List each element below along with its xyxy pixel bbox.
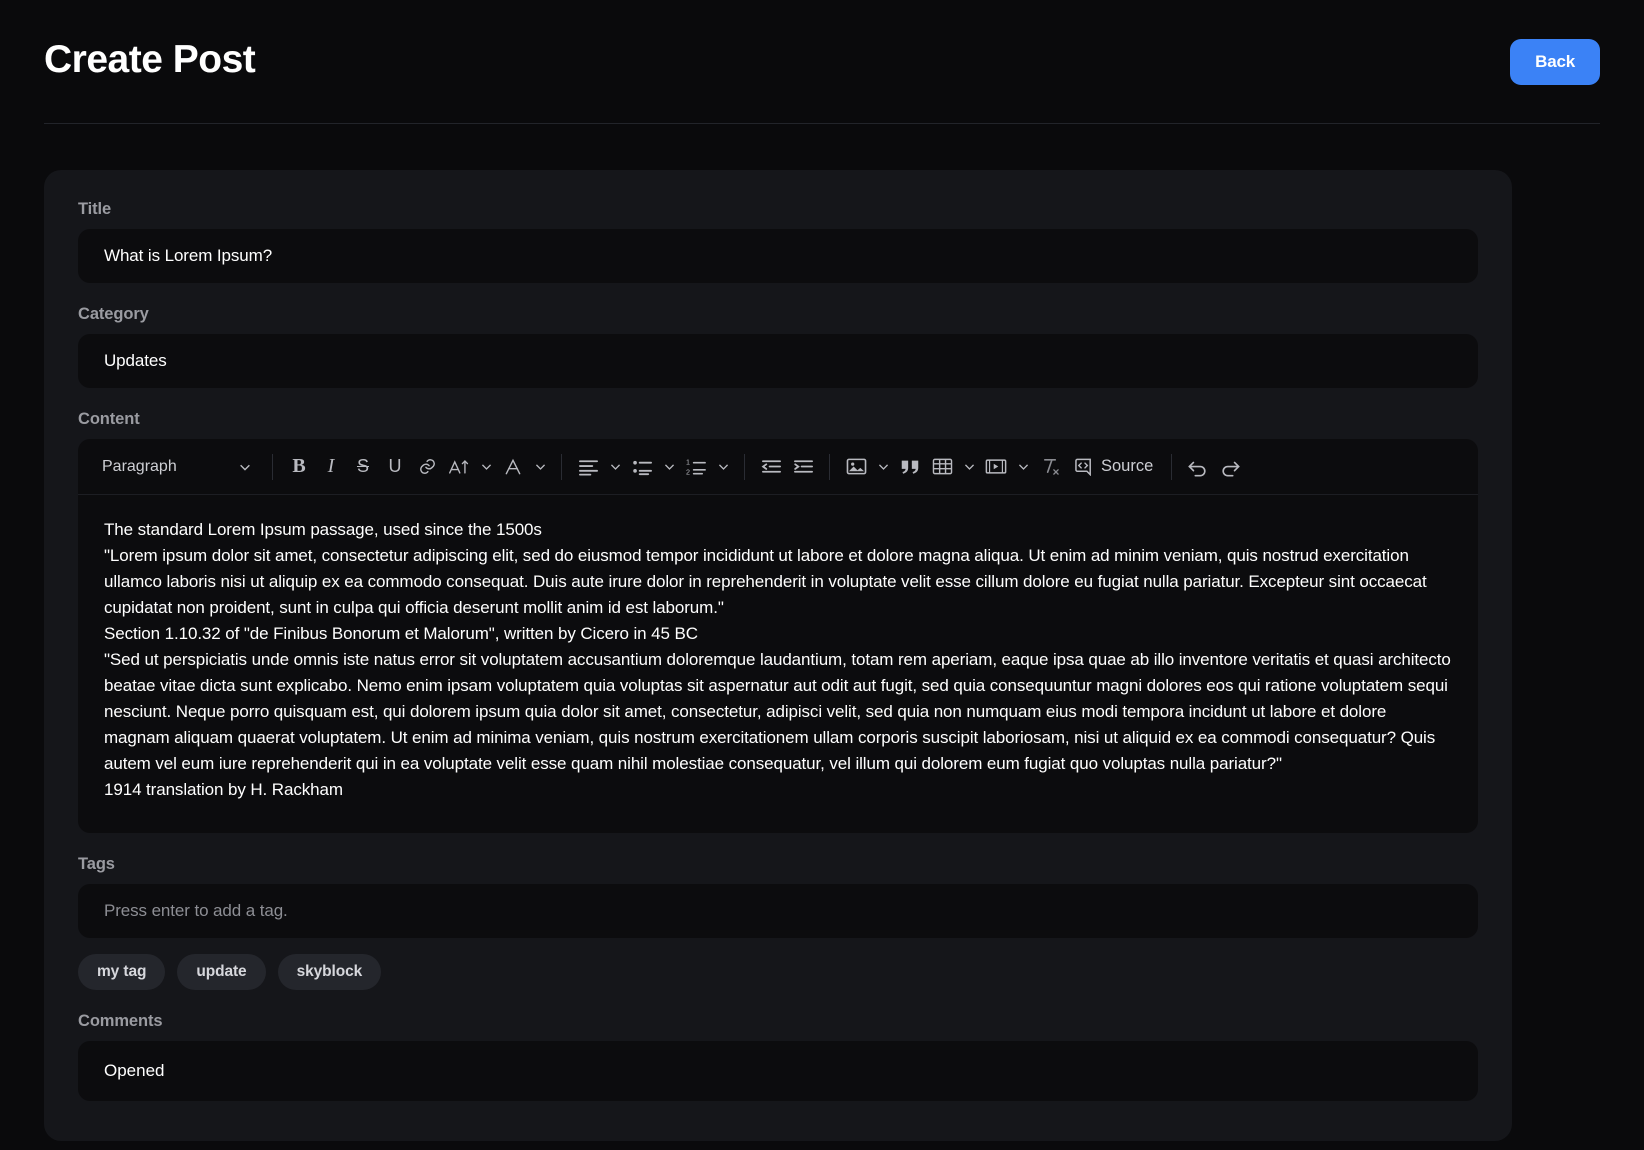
strikethrough-icon[interactable]: S <box>347 451 379 483</box>
svg-text:1: 1 <box>686 458 690 466</box>
page-header: Create Post Back <box>44 0 1600 124</box>
toolbar-divider-3 <box>744 453 745 480</box>
align-chevron-down-icon[interactable] <box>604 451 626 483</box>
page-title: Create Post <box>44 38 256 81</box>
font-color-chevron-down-icon[interactable] <box>529 451 551 483</box>
numbered-list-chevron-down-icon[interactable] <box>712 451 734 483</box>
undo-icon[interactable] <box>1182 451 1214 483</box>
font-size-icon[interactable] <box>443 451 475 483</box>
comments-label: Comments <box>78 1012 163 1030</box>
create-post-page: Create Post Back Title What is Lorem Ips… <box>0 0 1644 1150</box>
underline-icon[interactable]: U <box>379 451 411 483</box>
content-paragraph: Section 1.10.32 of "de Finibus Bonorum e… <box>104 624 698 643</box>
category-input[interactable]: Updates <box>78 334 1478 388</box>
tags-input[interactable]: Press enter to add a tag. <box>78 884 1478 938</box>
content-paragraph: "Lorem ipsum dolor sit amet, consectetur… <box>104 546 1427 617</box>
toolbar-divider <box>272 453 273 480</box>
chevron-down-icon <box>238 460 252 474</box>
table-icon[interactable] <box>926 451 958 483</box>
toolbar-divider-4 <box>829 453 830 480</box>
content-paragraph: 1914 translation by H. Rackham <box>104 780 343 799</box>
bulleted-list-icon[interactable] <box>626 451 658 483</box>
image-chevron-down-icon[interactable] <box>872 451 894 483</box>
source-button[interactable]: Source <box>1066 451 1161 483</box>
image-icon[interactable] <box>840 451 872 483</box>
align-icon[interactable] <box>572 451 604 483</box>
source-icon <box>1074 457 1095 476</box>
media-chevron-down-icon[interactable] <box>1012 451 1034 483</box>
indent-icon[interactable] <box>787 451 819 483</box>
tag-list: my tag update skyblock <box>78 954 1478 990</box>
editor-content[interactable]: The standard Lorem Ipsum passage, used s… <box>78 495 1478 833</box>
content-label: Content <box>78 410 140 428</box>
comments-input[interactable]: Opened <box>78 1041 1478 1101</box>
paragraph-style-label: Paragraph <box>102 457 177 475</box>
font-color-icon[interactable] <box>497 451 529 483</box>
italic-icon[interactable]: I <box>315 451 347 483</box>
tag-chip[interactable]: my tag <box>78 954 166 990</box>
rich-text-editor: Paragraph B I S U 1 2 Source The standar… <box>78 439 1478 833</box>
bold-icon[interactable]: B <box>283 451 315 483</box>
redo-icon[interactable] <box>1214 451 1246 483</box>
numbered-list-icon[interactable]: 12 <box>680 451 712 483</box>
toolbar-divider-5 <box>1171 453 1173 480</box>
tags-label: Tags <box>78 855 115 873</box>
blockquote-icon[interactable] <box>894 451 926 483</box>
remove-format-icon[interactable] <box>1034 451 1066 483</box>
tag-chip[interactable]: skyblock <box>277 954 382 990</box>
media-icon[interactable] <box>980 451 1012 483</box>
title-label: Title <box>78 200 112 218</box>
outdent-icon[interactable] <box>755 451 787 483</box>
source-label: Source <box>1101 457 1154 475</box>
editor-toolbar: Paragraph B I S U 1 2 Source <box>78 439 1478 495</box>
svg-text:2: 2 <box>686 468 690 475</box>
link-icon[interactable] <box>411 451 443 483</box>
tag-chip[interactable]: update <box>177 954 266 990</box>
toolbar-divider-2 <box>561 453 562 480</box>
paragraph-style-dropdown[interactable]: Paragraph <box>92 454 262 480</box>
content-paragraph: "Sed ut perspiciatis unde omnis iste nat… <box>104 650 1451 773</box>
back-button[interactable]: Back <box>1510 38 1600 85</box>
content-paragraph: The standard Lorem Ipsum passage, used s… <box>104 520 542 539</box>
font-size-chevron-down-icon[interactable] <box>475 451 497 483</box>
category-label: Category <box>78 305 149 323</box>
post-form-card: Title What is Lorem Ipsum? Category Upda… <box>44 170 1512 1141</box>
table-chevron-down-icon[interactable] <box>958 451 980 483</box>
title-input[interactable]: What is Lorem Ipsum? <box>78 229 1478 283</box>
bulleted-list-chevron-down-icon[interactable] <box>658 451 680 483</box>
